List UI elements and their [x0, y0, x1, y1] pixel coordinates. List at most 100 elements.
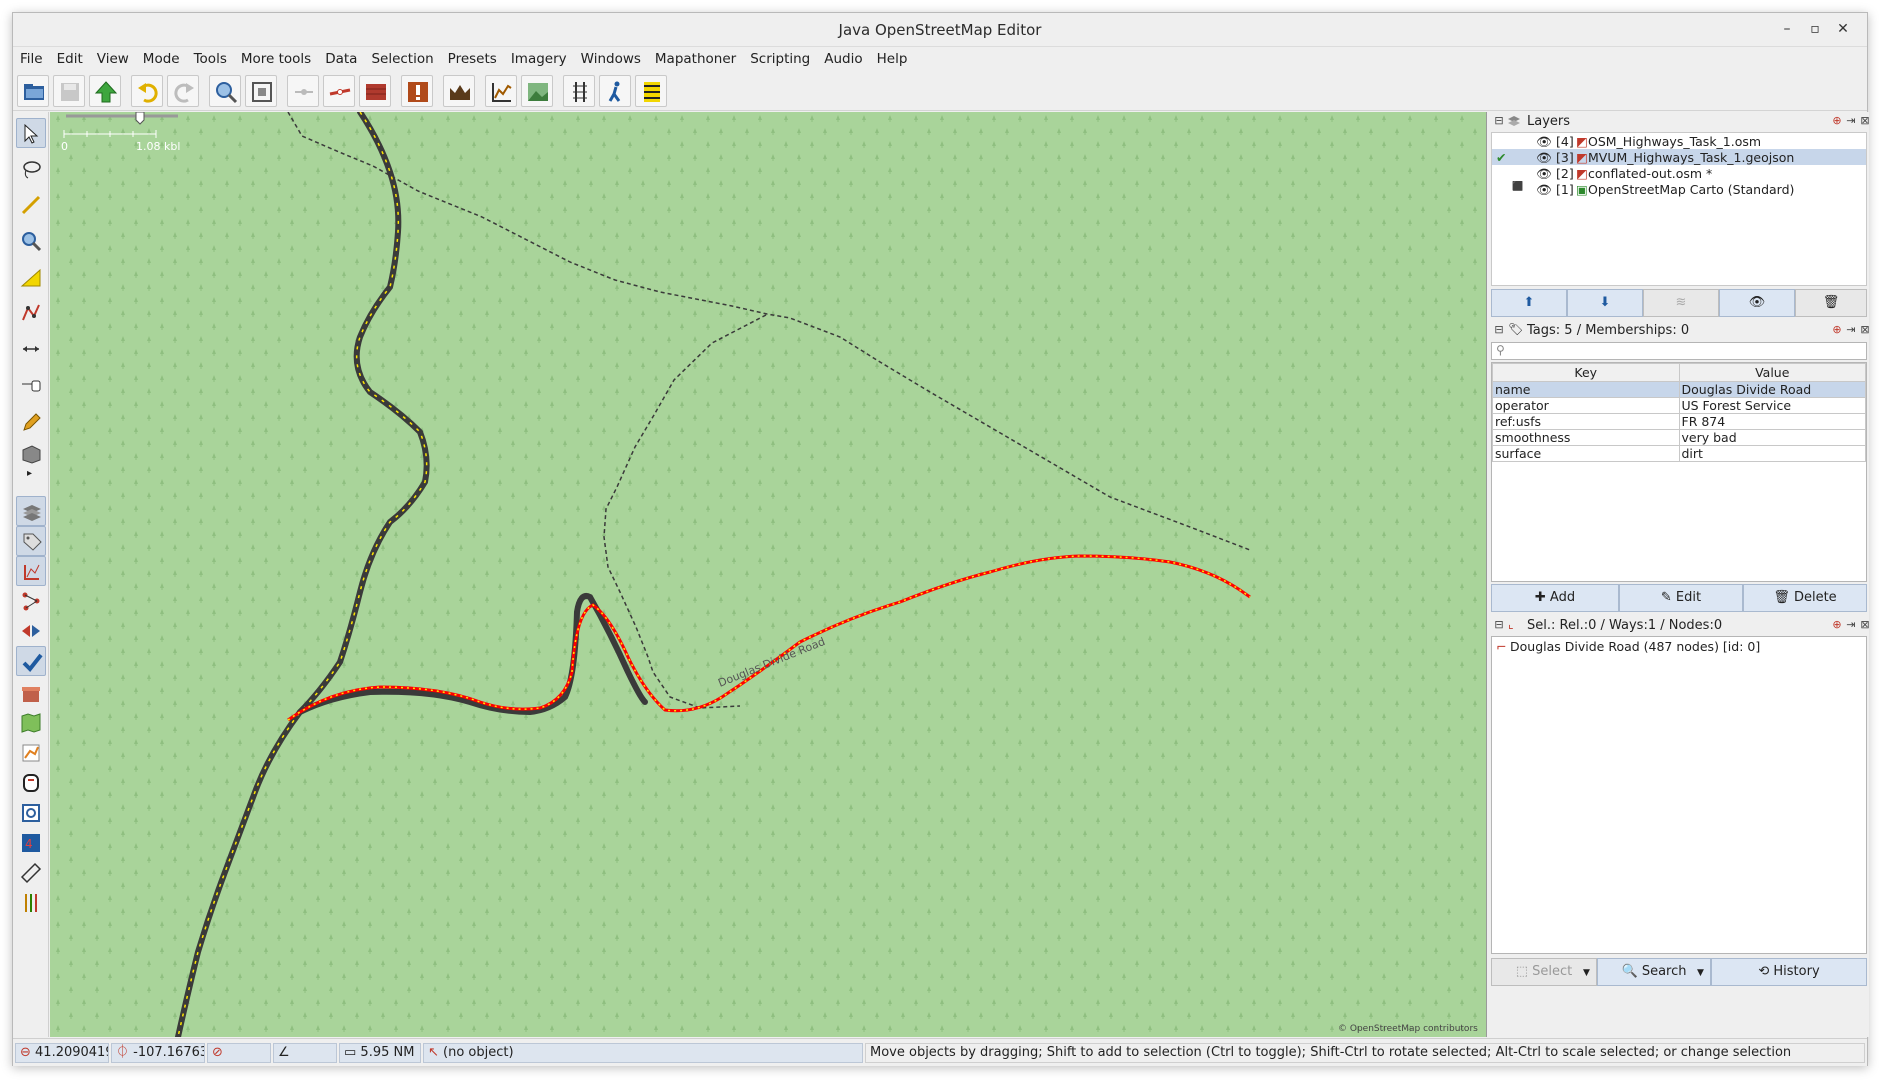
- validation-button[interactable]: [401, 75, 433, 107]
- tag-key[interactable]: operator: [1492, 397, 1680, 414]
- changesets-toggle-button[interactable]: [16, 678, 46, 708]
- railway-tool-button[interactable]: [563, 75, 595, 107]
- menu-scripting[interactable]: Scripting: [743, 47, 817, 67]
- tag-value[interactable]: dirt: [1678, 445, 1866, 462]
- menu-imagery[interactable]: Imagery: [504, 47, 574, 67]
- tag-search-field[interactable]: ⚲: [1491, 342, 1867, 360]
- map-paint-toggle-button[interactable]: [16, 708, 46, 738]
- zoom-to-data-button[interactable]: [209, 75, 241, 107]
- tag-search-input[interactable]: [1510, 344, 1850, 358]
- tag-value[interactable]: very bad: [1678, 429, 1866, 446]
- menu-help[interactable]: Help: [870, 47, 915, 67]
- eye-icon[interactable]: 👁: [1536, 182, 1552, 198]
- layers-toggle-button[interactable]: [16, 496, 46, 526]
- menu-mode[interactable]: Mode: [136, 47, 187, 67]
- tools-toggle-button[interactable]: [16, 888, 46, 918]
- layers-minimize-icon[interactable]: ⇥: [1845, 115, 1857, 127]
- map-canvas[interactable]: Douglas Divide Road 0 1.08 kbl © OpenStr…: [50, 112, 1487, 1037]
- menu-view[interactable]: View: [90, 47, 136, 67]
- delete-tag-button[interactable]: 🗑 Delete: [1743, 584, 1867, 612]
- selection-minimize-icon[interactable]: ⇥: [1845, 619, 1857, 631]
- zoom-to-selection-button[interactable]: [245, 75, 277, 107]
- improve-way-button[interactable]: [16, 298, 46, 328]
- move-layer-up-button[interactable]: ⬆: [1491, 289, 1567, 317]
- elevation-profile-button[interactable]: [485, 75, 517, 107]
- pedestrian-tool-button[interactable]: [599, 75, 631, 107]
- move-layer-down-button[interactable]: ⬇: [1567, 289, 1643, 317]
- menu-windows[interactable]: Windows: [574, 47, 648, 67]
- layer-row[interactable]: ⬛ 👁 [1] ▣ OpenStreetMap Carto (Standard): [1492, 181, 1866, 197]
- building-tool-button[interactable]: [359, 75, 391, 107]
- search-dropdown-button[interactable]: ▼: [1691, 958, 1711, 986]
- pencil-mode-button[interactable]: [16, 408, 46, 438]
- layers-detach-icon[interactable]: ⊕: [1831, 115, 1843, 127]
- tags-minimize-icon[interactable]: ⇥: [1845, 324, 1857, 336]
- history-button[interactable]: ⟲ History: [1711, 958, 1867, 986]
- relation-toggle-button[interactable]: [16, 586, 46, 616]
- tags-toggle-button[interactable]: [16, 526, 46, 556]
- add-tag-button[interactable]: ✚ Add: [1491, 584, 1619, 612]
- table-row[interactable]: name Douglas Divide Road: [1492, 381, 1866, 398]
- menu-more-tools[interactable]: More tools: [234, 47, 318, 67]
- minimize-button[interactable]: –: [1777, 21, 1797, 39]
- table-row[interactable]: smoothness very bad: [1492, 429, 1866, 446]
- layer-row[interactable]: 👁 [4] ◩ OSM_Highways_Task_1.osm: [1492, 133, 1866, 149]
- mapillary-toggle-button[interactable]: 4: [16, 828, 46, 858]
- upload-button[interactable]: [89, 75, 121, 107]
- menu-mapathoner[interactable]: Mapathoner: [648, 47, 743, 67]
- zoom-mode-button[interactable]: [16, 226, 46, 256]
- table-row[interactable]: surface dirt: [1492, 445, 1866, 462]
- conflict-toggle-button[interactable]: [16, 616, 46, 646]
- draw-mode-button[interactable]: [16, 190, 46, 220]
- tag-value[interactable]: US Forest Service: [1678, 397, 1866, 414]
- filter-toggle-button[interactable]: [16, 798, 46, 828]
- edit-tag-button[interactable]: ✎ Edit: [1619, 584, 1743, 612]
- menu-presets[interactable]: Presets: [441, 47, 504, 67]
- save-button[interactable]: [53, 75, 85, 107]
- value-column-header[interactable]: Value: [1678, 363, 1866, 382]
- layers-close-icon[interactable]: ⊠: [1859, 115, 1871, 127]
- selection-detach-icon[interactable]: ⊕: [1831, 619, 1843, 631]
- map-attribution[interactable]: © OpenStreetMap contributors: [1338, 1024, 1478, 1034]
- layer-row[interactable]: 👁 [2] ◩ conflated-out.osm *: [1492, 165, 1866, 181]
- tag-value[interactable]: Douglas Divide Road: [1678, 381, 1866, 398]
- extrude-mode-button[interactable]: [16, 370, 46, 400]
- merge-layer-button[interactable]: ≋: [1643, 289, 1719, 317]
- selection-close-icon[interactable]: ⊠: [1859, 619, 1871, 631]
- collapse-selection-icon[interactable]: ⊟: [1493, 619, 1505, 631]
- eye-icon[interactable]: 👁: [1536, 150, 1552, 166]
- selection-list-toggle-button[interactable]: [16, 556, 46, 586]
- tags-close-icon[interactable]: ⊠: [1859, 324, 1871, 336]
- merge-nodes-button[interactable]: [287, 75, 319, 107]
- validator-toggle-button[interactable]: [16, 646, 46, 676]
- redo-button[interactable]: [167, 75, 199, 107]
- select-dropdown-button[interactable]: ▼: [1577, 958, 1597, 986]
- lasso-mode-button[interactable]: [16, 154, 46, 184]
- measure-mode-button[interactable]: [16, 262, 46, 292]
- table-row[interactable]: ref:usfs FR 874: [1492, 413, 1866, 430]
- map-view[interactable]: Douglas Divide Road 0 1.08 kbl © OpenStr…: [50, 112, 1487, 1037]
- select-mode-button[interactable]: [16, 118, 46, 148]
- split-way-button[interactable]: [323, 75, 355, 107]
- maximize-button[interactable]: ▫: [1805, 21, 1825, 39]
- close-button[interactable]: ✕: [1833, 21, 1853, 39]
- eye-icon[interactable]: 👁: [1536, 134, 1552, 150]
- toggle-visibility-button[interactable]: 👁: [1719, 289, 1795, 317]
- more-modes-button[interactable]: ▸: [16, 468, 46, 484]
- layer-row-active[interactable]: ✔ 👁 [3] ◩ MVUM_Highways_Task_1.geojson: [1492, 149, 1866, 165]
- imagery-offset-button[interactable]: [16, 738, 46, 768]
- notes-toggle-button[interactable]: [16, 768, 46, 798]
- menu-tools[interactable]: Tools: [187, 47, 234, 67]
- castle-tool-button[interactable]: [443, 75, 475, 107]
- menu-edit[interactable]: Edit: [50, 47, 90, 67]
- menu-data[interactable]: Data: [318, 47, 364, 67]
- tag-key[interactable]: surface: [1492, 445, 1680, 462]
- undo-button[interactable]: [131, 75, 163, 107]
- tag-key[interactable]: ref:usfs: [1492, 413, 1680, 430]
- image-tool-button[interactable]: [521, 75, 553, 107]
- eye-icon[interactable]: 👁: [1536, 166, 1552, 182]
- tags-detach-icon[interactable]: ⊕: [1831, 324, 1843, 336]
- crossing-tool-button[interactable]: [635, 75, 667, 107]
- tag-value[interactable]: FR 874: [1678, 413, 1866, 430]
- parallel-mode-button[interactable]: [16, 334, 46, 364]
